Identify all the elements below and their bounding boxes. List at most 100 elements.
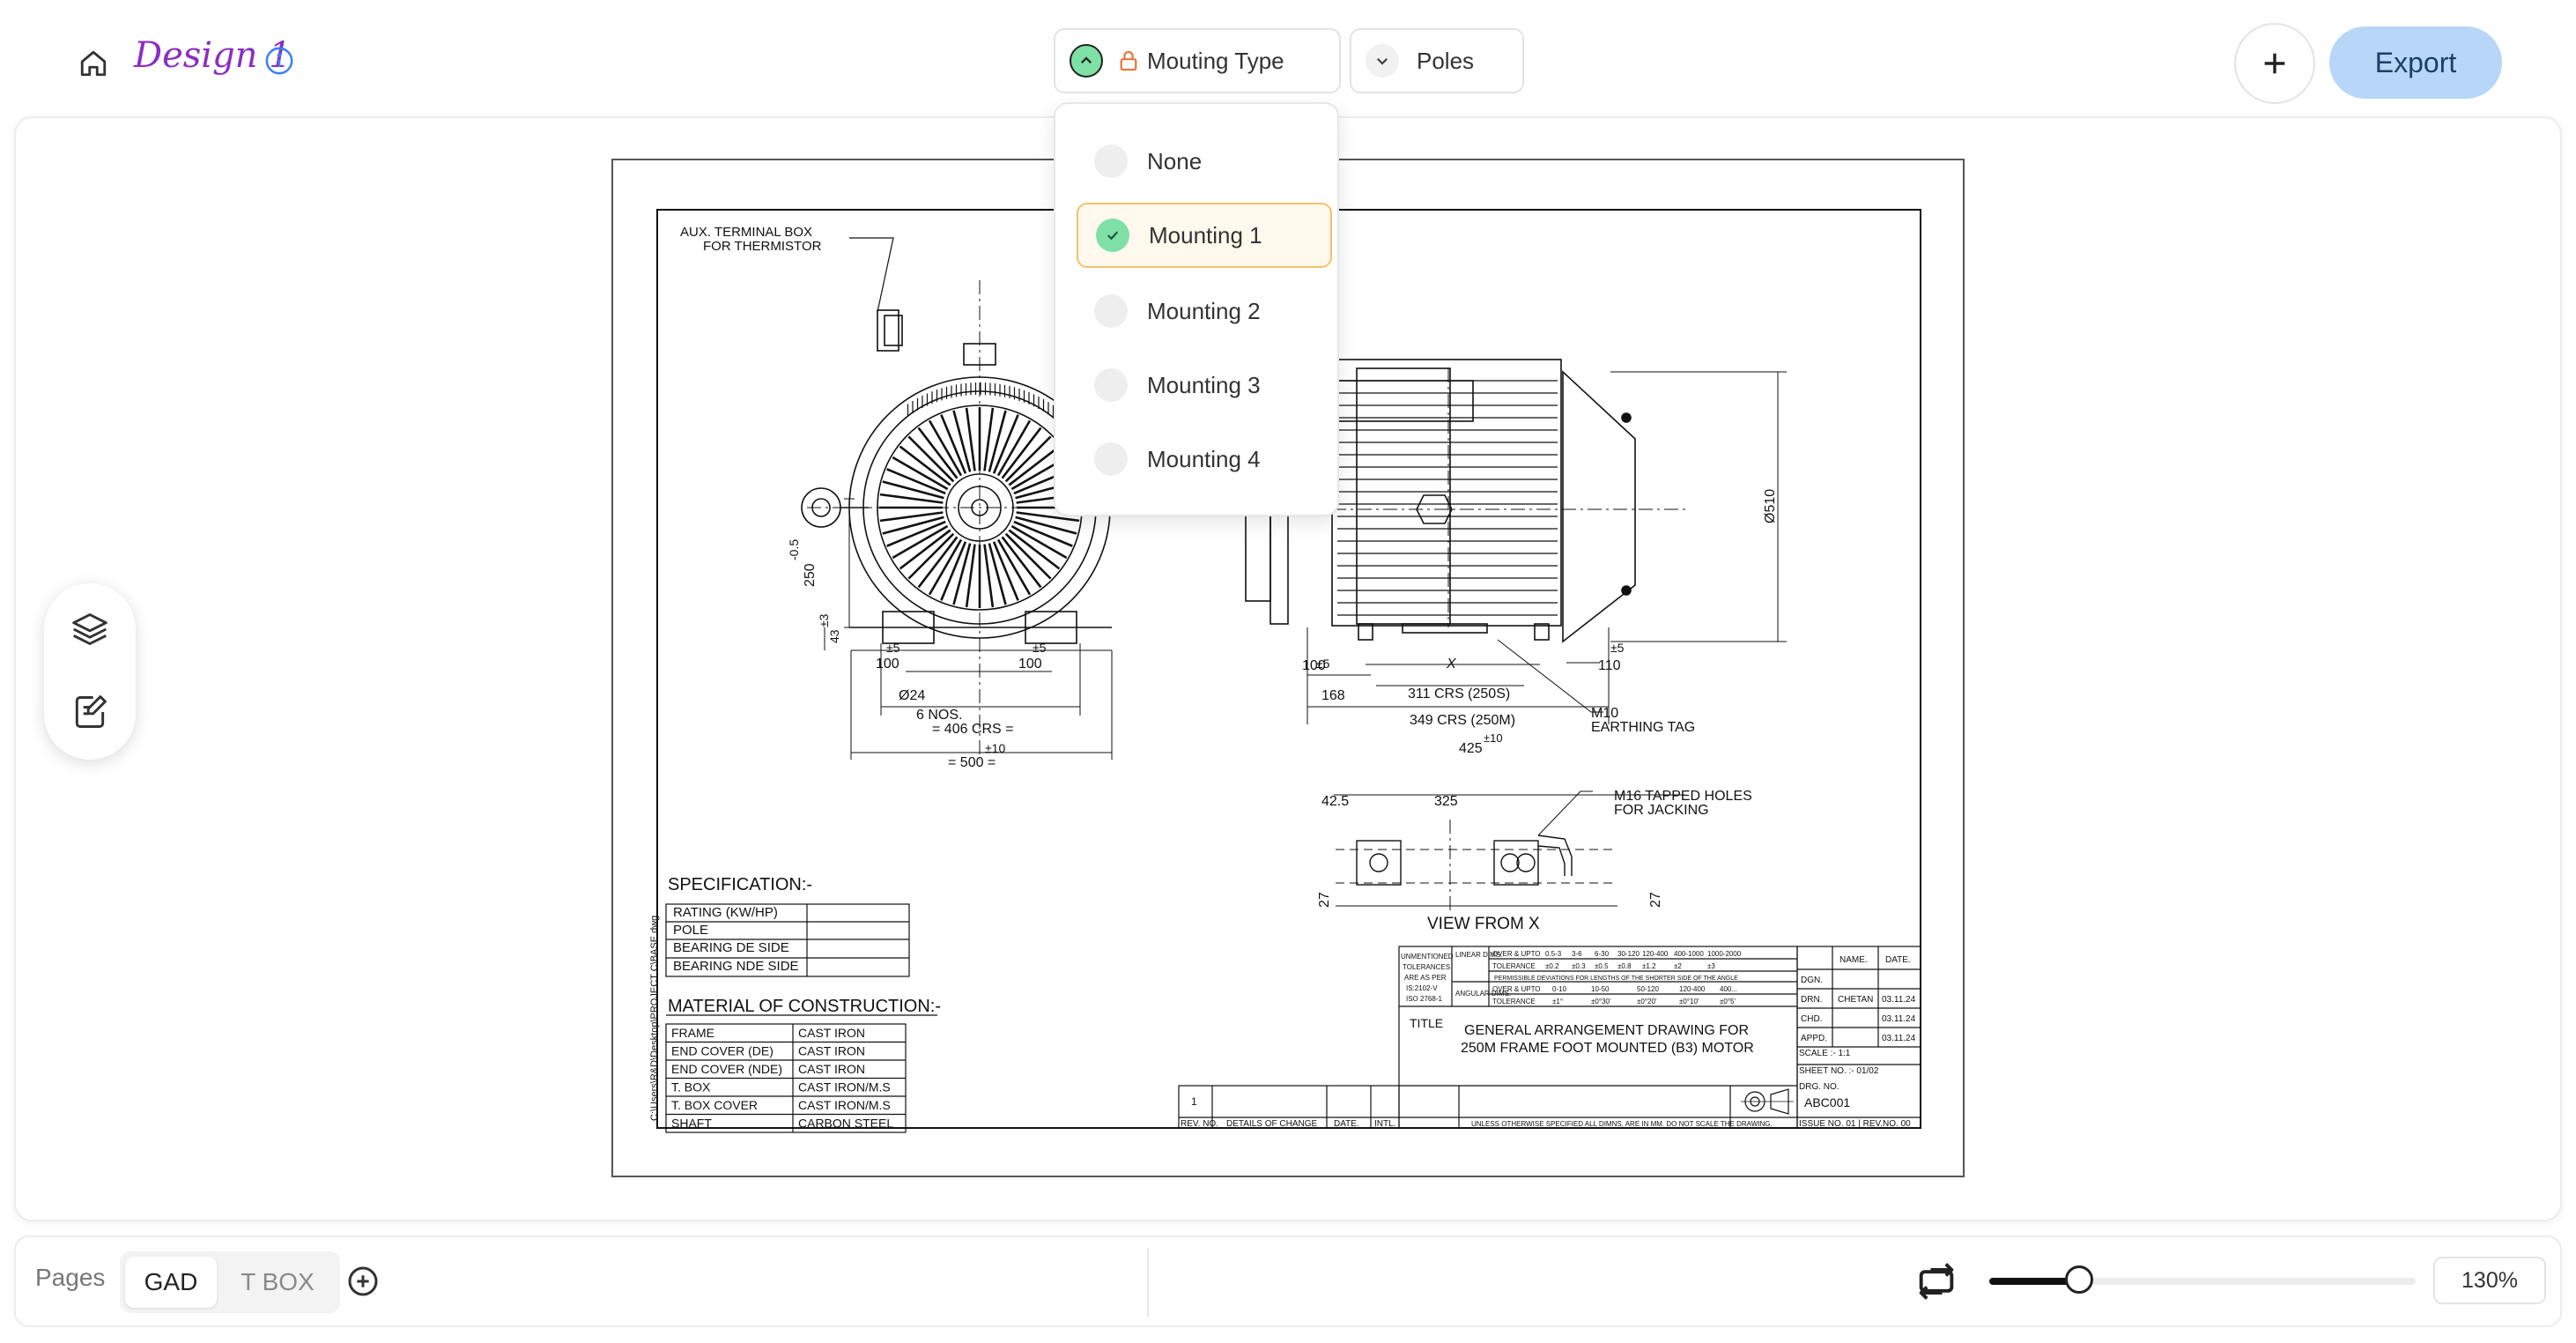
home-icon [80,50,107,77]
option-mounting-3[interactable]: Mounting 3 [1077,352,1332,418]
tol-value: ±3 [1707,962,1715,970]
spec-row: RATING (KW/HP) [673,905,778,920]
tol-text: TOLERANCE [1492,998,1536,1005]
info-icon[interactable] [264,46,294,76]
dim-text: 425 [1459,741,1483,756]
layers-icon[interactable] [70,610,109,649]
add-button[interactable] [2234,23,2315,104]
tol-value: ±0°20' [1637,998,1657,1005]
tol-value: ±0°5' [1720,998,1736,1005]
option-label: Mounting 4 [1147,445,1261,472]
chevron-down-icon [1366,44,1399,78]
tol-value: ±0.3 [1572,962,1586,970]
tol-range: 0.5-3 [1545,950,1562,958]
option-mounting-1[interactable]: Mounting 1 [1077,203,1332,268]
dim-text: Ø510 [1763,489,1778,523]
tol-value: ±2 [1674,962,1682,970]
option-label: Mounting 1 [1149,221,1262,249]
spec-row: BEARING NDE SIDE [673,959,799,974]
rev-col: DETAILS OF CHANGE [1226,1119,1317,1129]
tol-range: 120-400 [1679,985,1706,993]
rev-col: INTL. [1374,1119,1395,1129]
drawing-title-line: GENERAL ARRANGEMENT DRAWING FOR [1464,1023,1749,1038]
tol-range: 10-50 [1591,985,1610,993]
tol-value: ±1° [1552,998,1563,1005]
moc-material: CAST IRON [798,1026,865,1040]
dim-text: 27 [1648,892,1663,908]
moc-part: END COVER (NDE) [671,1062,782,1076]
sign-date: 03.11.24 [1882,1014,1916,1024]
page-tab-gad[interactable]: GAD [125,1257,217,1308]
home-button[interactable] [74,44,113,83]
tol-text: ISO 2768-1 [1406,995,1442,1003]
tol-range: 120-400 [1642,950,1669,958]
dim-text: ±10 [1484,731,1503,745]
moc-material: CAST IRON [798,1044,865,1058]
tol-range: 0-10 [1552,985,1567,993]
dim-text: 250 [803,563,818,587]
drg-label: DRG. NO. [1799,1082,1839,1092]
dim-text: 349 CRS (250M) [1410,713,1515,728]
dim-text: ±5 [886,641,900,655]
option-mounting-4[interactable]: Mounting 4 [1077,427,1332,492]
dim-text: ±10 [985,741,1005,755]
drawing-title-line: 250M FRAME FOOT MOUNTED (B3) MOTOR [1461,1041,1754,1056]
dim-text: 100 [1302,658,1326,673]
moc-title: MATERIAL OF CONSTRUCTION:- [668,997,941,1016]
divider [1147,1248,1149,1317]
dim-text: = 500 = [948,755,996,770]
role-label: DRN. [1801,995,1822,1005]
radio-indicator [1094,442,1128,476]
radio-indicator [1094,145,1128,178]
tol-range: 400-1000 [1674,950,1704,958]
zoom-slider-handle[interactable] [2064,1265,2093,1294]
title-label: TITLE [1410,1016,1443,1030]
dim-text: 110 [1598,658,1621,673]
moc-part: SHAFT [671,1117,712,1131]
spec-row: POLE [673,923,708,938]
dim-text: 42.5 [1321,794,1349,809]
drg-number: ABC001 [1804,1095,1850,1109]
chevron-up-icon [1070,44,1103,78]
rev-number: 1 [1191,1095,1197,1108]
dim-text: 100 [1018,657,1042,672]
pages-label: Pages [35,1264,106,1291]
zoom-value[interactable]: 130% [2433,1257,2546,1304]
view-from-x-label: VIEW FROM X [1427,915,1540,933]
add-page-icon[interactable] [345,1264,381,1299]
rev-col: DATE. [1334,1119,1359,1129]
dim-text: 43 [827,629,841,643]
dim-text: 27 [1317,892,1332,908]
tol-text: TOLERANCES [1403,963,1450,971]
plus-icon [2264,53,2285,74]
dim-text: M16 TAPPED HOLES [1614,789,1752,804]
dim-text: ±5 [1033,641,1047,655]
moc-part: T. BOX COVER [671,1098,758,1112]
role-label: APPD. [1801,1034,1827,1043]
zoom-slider[interactable] [1989,1265,2416,1294]
option-none[interactable]: None [1077,129,1332,194]
page-tab-t-box[interactable]: T BOX [229,1257,326,1308]
role-label: DGN. [1801,976,1823,985]
rev-col: REV. NO. [1181,1119,1218,1129]
export-button[interactable]: Export [2329,26,2502,99]
dim-text: FOR JACKING [1614,803,1709,818]
tol-text: UNMENTIONED [1401,953,1454,961]
radio-indicator [1094,368,1128,402]
tol-value: ±0°10' [1679,998,1699,1005]
aux-box-note: FOR THERMISTOR [703,239,822,254]
tol-range: 30-120 [1617,950,1640,958]
moc-material: CAST IRON/M.S [798,1098,891,1112]
option-label: Mounting 2 [1147,297,1261,324]
poles-selector[interactable]: Poles [1350,28,1524,93]
notes-edit-icon[interactable] [70,693,109,731]
aux-box-note: AUX. TERMINAL BOX [680,225,812,240]
refresh-view-icon[interactable] [1913,1258,1959,1304]
option-mounting-2[interactable]: Mounting 2 [1077,278,1332,344]
tol-text: PERMISSIBLE DEVIATIONS FOR LENGTHS OF TH… [1494,976,1738,982]
tol-text: TOLERANCE [1492,962,1536,970]
bottom-bar: Pages GAD T BOX 130% [14,1235,2562,1327]
dim-text: ±5 [1610,641,1625,655]
mounting-type-selector[interactable]: Mouting Type [1054,28,1341,93]
dim-text: 6 NOS. [916,708,962,723]
